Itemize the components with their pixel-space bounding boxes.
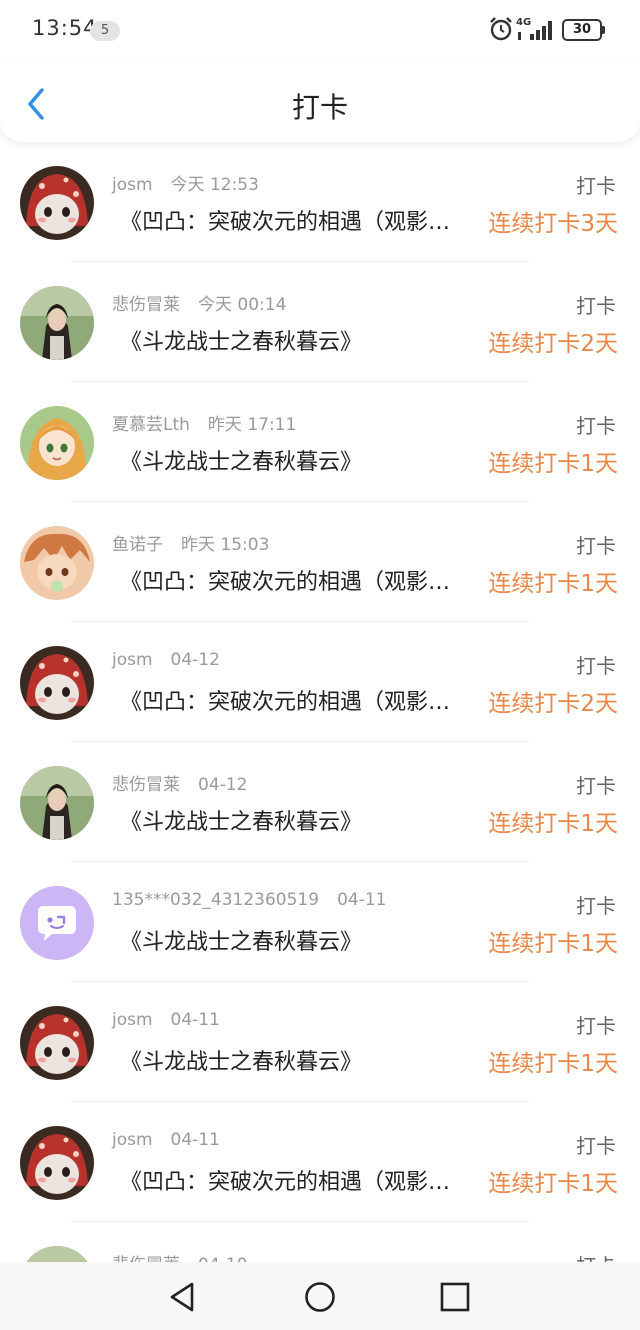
book-title[interactable]: 《凹凸：突破次元的相遇（观影体）》 bbox=[120, 1164, 464, 1196]
checkin-meta: josm 今天 12:53 bbox=[112, 170, 259, 195]
avatar[interactable] bbox=[20, 406, 94, 480]
book-title[interactable]: 《斗龙战士之春秋暮云》 bbox=[120, 804, 464, 836]
checkin-row[interactable]: 悲伤冒莱 04-10 打卡 bbox=[0, 1222, 640, 1262]
checkin-action-label: 打卡 bbox=[576, 174, 616, 198]
checkin-meta: 135***032_4312360519 04-11 bbox=[112, 890, 386, 910]
book-title[interactable]: 《凹凸：突破次元的相遇（观影体）》 bbox=[120, 204, 464, 236]
checkin-action-label: 打卡 bbox=[576, 774, 616, 798]
username[interactable]: josm bbox=[112, 175, 153, 195]
alarm-icon bbox=[490, 17, 512, 41]
checkin-time: 04-11 bbox=[170, 1130, 220, 1150]
avatar[interactable] bbox=[20, 526, 94, 600]
checkin-meta: 鱼诺子 昨天 15:03 bbox=[112, 530, 269, 555]
circle-home-icon[interactable] bbox=[303, 1280, 337, 1314]
checkin-row[interactable]: 135***032_4312360519 04-11 打卡《斗龙战士之春秋暮云》 连续… bbox=[0, 862, 640, 982]
checkin-meta: 悲伤冒莱 04-10 bbox=[112, 1250, 247, 1262]
nav-header: 打卡 bbox=[0, 62, 640, 142]
checkin-meta: 悲伤冒莱 今天 00:14 bbox=[112, 290, 286, 315]
avatar[interactable] bbox=[20, 1006, 94, 1080]
checkin-time: 昨天 17:11 bbox=[207, 415, 297, 435]
checkin-row[interactable]: 悲伤冒莱 今天 00:14 打卡《斗龙战士之春秋暮云》 连续打卡2天 bbox=[0, 262, 640, 382]
username[interactable]: josm bbox=[112, 650, 153, 670]
checkin-row[interactable]: 悲伤冒莱 04-12 打卡《斗龙战士之春秋暮云》 连续打卡1天 bbox=[0, 742, 640, 862]
page-title: 打卡 bbox=[291, 91, 348, 124]
username[interactable]: 悲伤冒莱 bbox=[112, 295, 180, 315]
signal-icon: 4G bbox=[516, 17, 552, 40]
streak-count: 连续打卡3天 bbox=[488, 211, 618, 237]
book-title[interactable]: 《凹凸：突破次元的相遇（观影体）》 bbox=[120, 564, 464, 596]
book-title[interactable]: 《凹凸：突破次元的相遇（观影体）》 bbox=[120, 684, 464, 716]
checkin-time: 今天 12:53 bbox=[170, 175, 259, 195]
streak-count: 连续打卡1天 bbox=[488, 931, 618, 957]
checkin-time: 04-12 bbox=[170, 650, 220, 670]
checkin-action-label: 打卡 bbox=[576, 894, 616, 918]
checkin-time: 04-11 bbox=[337, 890, 387, 910]
streak-count: 连续打卡1天 bbox=[488, 571, 618, 597]
streak-count: 连续打卡1天 bbox=[488, 1051, 618, 1077]
checkin-action-label: 打卡 bbox=[576, 414, 616, 438]
username[interactable]: 135***032_4312360519 bbox=[112, 890, 319, 910]
streak-count: 连续打卡1天 bbox=[488, 811, 618, 837]
book-title[interactable]: 《斗龙战士之春秋暮云》 bbox=[120, 1044, 464, 1076]
checkin-row[interactable]: 夏慕芸Lth 昨天 17:11 打卡《斗龙战士之春秋暮云》 连续打卡1天 bbox=[0, 382, 640, 502]
avatar[interactable] bbox=[20, 766, 94, 840]
system-nav-bar bbox=[0, 1262, 640, 1330]
streak-count: 连续打卡1天 bbox=[488, 451, 618, 477]
username[interactable]: josm bbox=[112, 1130, 153, 1150]
battery-level: 30 bbox=[562, 19, 602, 41]
checkin-time: 04-11 bbox=[170, 1010, 220, 1030]
checkin-meta: josm 04-12 bbox=[112, 650, 220, 670]
checkin-action-label: 打卡 bbox=[576, 1014, 616, 1038]
notification-count-badge: 5 bbox=[90, 21, 120, 41]
checkin-action-label: 打卡 bbox=[576, 1134, 616, 1158]
book-title[interactable]: 《斗龙战士之春秋暮云》 bbox=[120, 444, 464, 476]
book-title[interactable]: 《斗龙战士之春秋暮云》 bbox=[120, 324, 464, 356]
username[interactable]: josm bbox=[112, 1010, 153, 1030]
checkin-meta: josm 04-11 bbox=[112, 1010, 220, 1030]
checkin-action-label: 打卡 bbox=[576, 654, 616, 678]
status-time: 13:54 bbox=[32, 16, 98, 40]
checkin-meta: 夏慕芸Lth 昨天 17:11 bbox=[112, 410, 296, 435]
checkin-row[interactable]: josm 04-11 打卡《凹凸：突破次元的相遇（观影体）》 连续打卡1天 bbox=[0, 1102, 640, 1222]
username[interactable]: 鱼诺子 bbox=[112, 535, 163, 555]
checkin-meta: 悲伤冒莱 04-12 bbox=[112, 770, 247, 795]
battery-icon: 30 bbox=[562, 19, 606, 41]
checkin-time: 04-12 bbox=[198, 775, 248, 795]
checkin-action-label: 打卡 bbox=[576, 1250, 616, 1262]
checkin-row[interactable]: josm 04-11 打卡《斗龙战士之春秋暮云》 连续打卡1天 bbox=[0, 982, 640, 1102]
checkin-time: 今天 00:14 bbox=[198, 295, 287, 315]
username[interactable]: 悲伤冒莱 bbox=[112, 775, 180, 795]
avatar[interactable] bbox=[20, 1246, 94, 1262]
avatar[interactable] bbox=[20, 886, 94, 960]
network-type-label: 4G bbox=[516, 17, 531, 28]
status-bar: 13:54 5 4G 30 bbox=[0, 0, 640, 62]
square-recents-icon[interactable] bbox=[438, 1280, 472, 1314]
checkin-row[interactable]: josm 今天 12:53 打卡《凹凸：突破次元的相遇（观影体）》 连续打卡3天 bbox=[0, 142, 640, 262]
streak-count: 连续打卡1天 bbox=[488, 1171, 618, 1197]
checkin-action-label: 打卡 bbox=[576, 534, 616, 558]
username[interactable]: 夏慕芸Lth bbox=[112, 415, 190, 435]
checkin-meta: josm 04-11 bbox=[112, 1130, 220, 1150]
checkin-action-label: 打卡 bbox=[576, 294, 616, 318]
checkin-row[interactable]: 鱼诺子 昨天 15:03 打卡《凹凸：突破次元的相遇（观影体）》 连续打卡1天 bbox=[0, 502, 640, 622]
checkin-row[interactable]: josm 04-12 打卡《凹凸：突破次元的相遇（观影体）》 连续打卡2天 bbox=[0, 622, 640, 742]
avatar[interactable] bbox=[20, 646, 94, 720]
triangle-back-icon[interactable] bbox=[166, 1280, 200, 1314]
streak-count: 连续打卡2天 bbox=[488, 691, 618, 717]
streak-count: 连续打卡2天 bbox=[488, 331, 618, 357]
username[interactable]: 悲伤冒莱 bbox=[112, 1255, 180, 1262]
avatar[interactable] bbox=[20, 1126, 94, 1200]
checkin-time: 04-10 bbox=[198, 1255, 247, 1262]
checkin-list[interactable]: josm 今天 12:53 打卡 《凹凸：突破次元的相遇（观影体）》 连续打卡3天 悲伤冒… bbox=[0, 142, 640, 1262]
avatar[interactable] bbox=[20, 286, 94, 360]
book-title[interactable]: 《斗龙战士之春秋暮云》 bbox=[120, 924, 464, 956]
checkin-time: 昨天 15:03 bbox=[181, 535, 270, 555]
avatar[interactable] bbox=[20, 166, 94, 240]
